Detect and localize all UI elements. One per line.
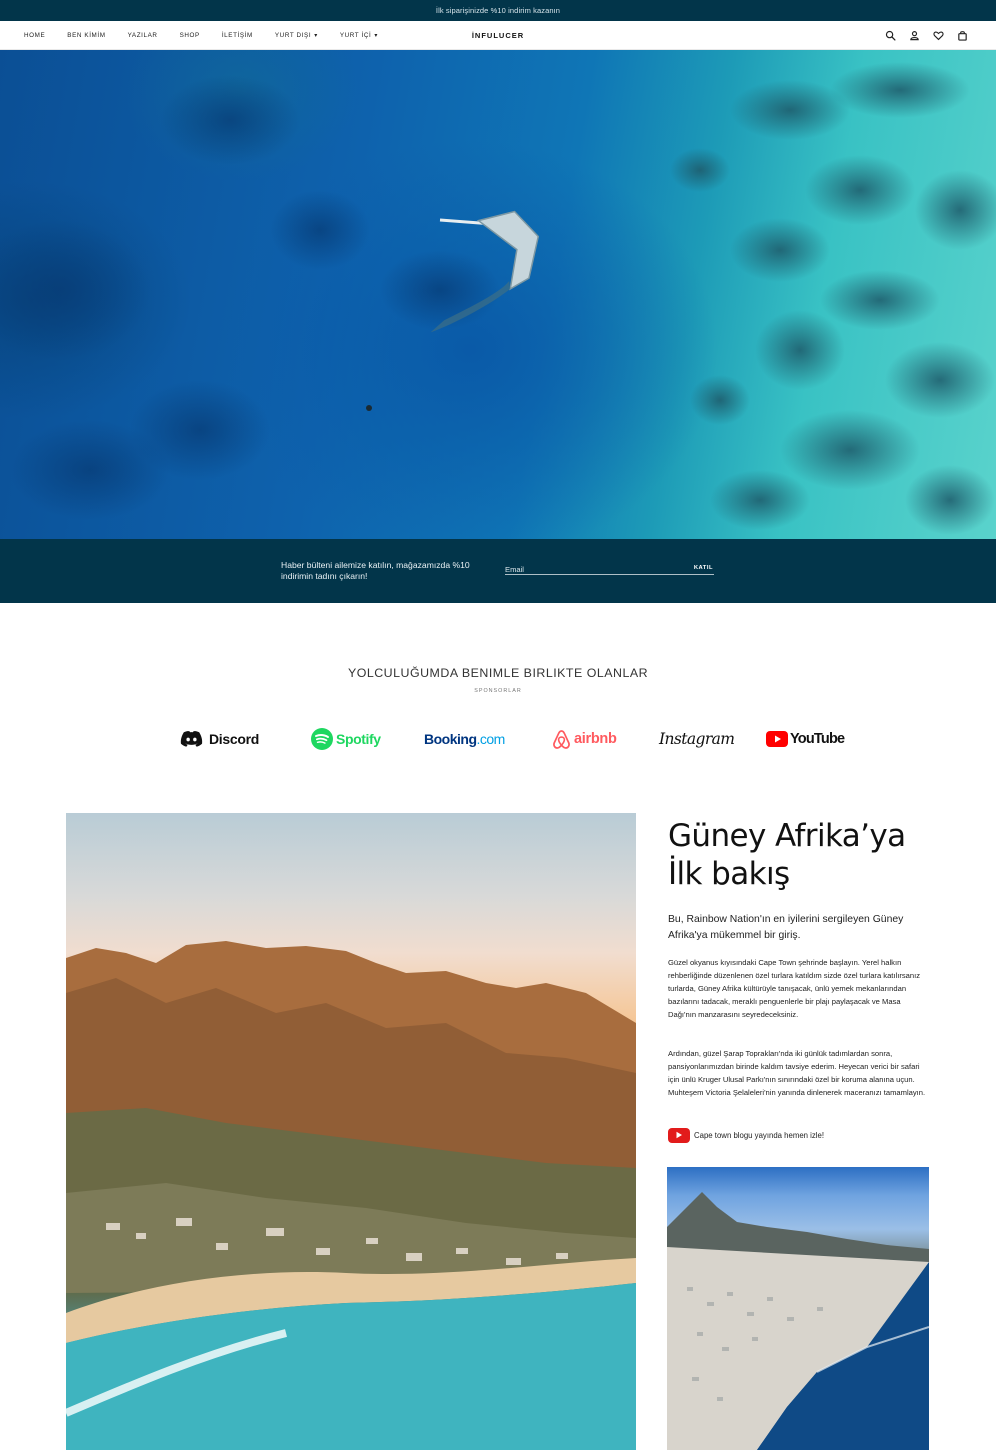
- spotify-wordmark: Spotify: [336, 731, 381, 747]
- hero-image: [0, 50, 996, 539]
- article-lead: Bu, Rainbow Nation'ın en iyilerini sergi…: [668, 914, 904, 941]
- instagram-logo[interactable]: Instagram: [659, 726, 735, 752]
- nav-link-home[interactable]: HOME: [24, 32, 45, 39]
- youtube-watch-link[interactable]: Cape town blogu yayında hemen izle!: [668, 1127, 824, 1143]
- airbnb-wordmark: airbnb: [574, 731, 617, 747]
- brand-logo[interactable]: İNFULUCER: [472, 31, 524, 40]
- newsletter-section: Haber bülteni ailemize katılın, mağazamı…: [0, 539, 996, 603]
- cape-town-aerial-image: [667, 1167, 929, 1450]
- cape-town-coast-image: [66, 813, 636, 1450]
- youtube-logo[interactable]: YouTube: [766, 726, 845, 752]
- sponsors-subtitle: SPONSORLAR: [474, 688, 522, 694]
- discord-icon: [180, 731, 203, 747]
- reef-illustration: [0, 62, 996, 535]
- youtube-play-icon: [668, 1127, 690, 1143]
- nav-link-domestic[interactable]: YURT İÇİ ▾: [340, 32, 378, 39]
- email-field[interactable]: Email KATIL: [505, 563, 714, 575]
- top-navigation: HOME BEN KİMİM YAZILAR SHOP İLETİŞİM YUR…: [0, 21, 996, 50]
- heart-icon[interactable]: [926, 21, 950, 50]
- nav-link-abroad[interactable]: YURT DIŞI ▾: [275, 32, 318, 39]
- instagram-wordmark: Instagram: [659, 730, 735, 748]
- airbnb-logo[interactable]: airbnb: [552, 726, 617, 752]
- youtube-watch-text: Cape town blogu yayında hemen izle!: [694, 1130, 825, 1140]
- nav-link-posts[interactable]: YAZILAR: [128, 32, 158, 39]
- nav-icons: [878, 21, 974, 50]
- chevron-down-icon: ▾: [374, 33, 378, 39]
- bag-icon[interactable]: [950, 21, 974, 50]
- youtube-wordmark: YouTube: [790, 731, 845, 747]
- article-title-line1: Güney Afrika’ya: [668, 818, 906, 854]
- booking-domain: .com: [476, 731, 506, 747]
- article-paragraph-2: Ardından, güzel Şarap Toprakları'nda iki…: [668, 1049, 926, 1097]
- sponsor-logos: Discord Spotify Booking .com airbnb Inst…: [0, 726, 996, 752]
- discord-logo[interactable]: Discord: [180, 726, 259, 752]
- article-title-line2: İlk bakış: [668, 856, 790, 892]
- mountain-illustration: [66, 941, 636, 1450]
- airbnb-icon: [553, 729, 570, 749]
- chevron-down-icon: ▾: [314, 33, 318, 39]
- article-title: Güney Afrika’ya İlk bakış: [668, 817, 948, 893]
- email-placeholder: Email: [505, 565, 524, 574]
- aerial-illustration: [667, 1192, 929, 1450]
- newsletter-text: Haber bülteni ailemize katılın, mağazamı…: [281, 560, 470, 581]
- booking-wordmark: Booking: [424, 731, 477, 747]
- discord-wordmark: Discord: [209, 731, 260, 747]
- booking-logo[interactable]: Booking .com: [424, 726, 505, 752]
- join-button[interactable]: KATIL: [694, 565, 713, 571]
- nav-link-domestic-label: YURT İÇİ: [339, 32, 372, 39]
- announcement-text: İlk siparişinizde %10 indirim kazanın: [435, 6, 561, 15]
- spotify-icon: [311, 728, 333, 750]
- youtube-icon: [766, 731, 788, 747]
- nav-link-contact[interactable]: İLETİŞİM: [222, 32, 253, 39]
- user-icon[interactable]: [902, 21, 926, 50]
- article-paragraph-1: Güzel okyanus kıyısındaki Cape Town şehr…: [668, 958, 920, 1019]
- nav-link-about[interactable]: BEN KİMİM: [67, 32, 105, 39]
- spotify-logo[interactable]: Spotify: [311, 726, 381, 752]
- nav-link-abroad-label: YURT DIŞI: [274, 32, 312, 39]
- nav-links: HOME BEN KİMİM YAZILAR SHOP İLETİŞİM YUR…: [24, 21, 400, 50]
- sponsors-title: YOLCULUĞUMDA BENIMLE BIRLIKTE OLANLAR: [347, 666, 649, 680]
- search-icon[interactable]: [878, 21, 902, 50]
- announcement-bar: İlk siparişinizde %10 indirim kazanın: [0, 0, 996, 21]
- nav-link-shop[interactable]: SHOP: [180, 32, 200, 39]
